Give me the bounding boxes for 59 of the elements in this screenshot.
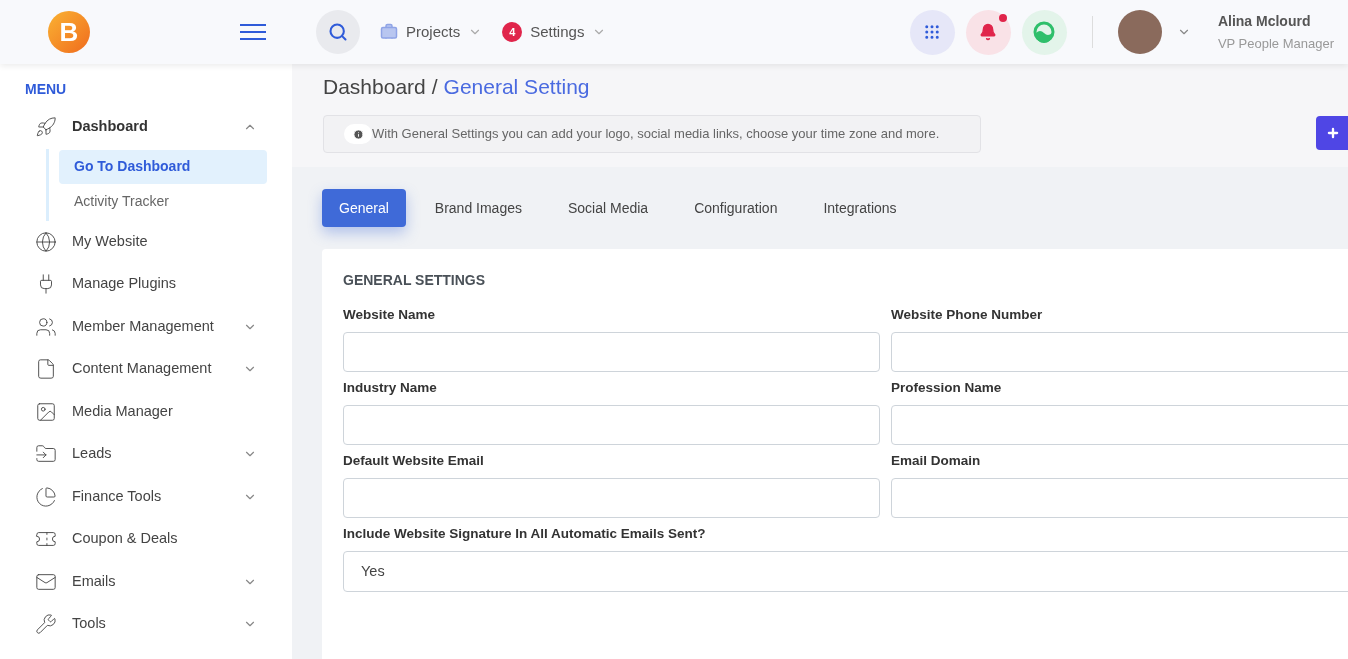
sidebar-item[interactable]: Content Management: [33, 348, 257, 391]
sidebar-item[interactable]: Emails: [33, 560, 257, 603]
user-role: VP People Manager: [1217, 34, 1334, 53]
info-text: With General Settings you can add your logo, social media links, choose your time zone and more.: [372, 125, 940, 144]
logo-letter: B: [48, 11, 90, 53]
menu-heading: MENU: [25, 80, 68, 99]
field-label: Website Phone Number: [891, 306, 1044, 324]
nav-menu[interactable]: 4 Settings: [502, 20, 607, 44]
input-field[interactable]: [343, 478, 880, 518]
sidebar-item[interactable]: My Website: [33, 220, 257, 263]
field-label: Default Website Email: [343, 452, 485, 470]
wave-circle-icon: [1033, 21, 1056, 43]
tab[interactable]: Brand Images: [417, 189, 539, 227]
submenu-item[interactable]: Go To Dashboard: [59, 149, 267, 184]
field-label: Industry Name: [343, 379, 438, 397]
input-field[interactable]: [891, 405, 1348, 445]
menu-icon[interactable]: [240, 24, 266, 40]
sidebar-item[interactable]: Finance Tools: [33, 475, 257, 518]
section-title: GENERAL SETTINGS: [343, 271, 487, 290]
field-label: Website Name: [343, 306, 437, 324]
sidebar-item[interactable]: Leads: [33, 433, 257, 476]
user-name: Alina Mclourd: [1217, 11, 1312, 31]
input-field[interactable]: [343, 332, 880, 372]
input-field[interactable]: [891, 332, 1348, 372]
tab[interactable]: Integrations: [806, 189, 914, 227]
grid-icon: [923, 23, 942, 41]
user-avatar[interactable]: [1117, 10, 1162, 54]
search-button[interactable]: [316, 10, 360, 54]
info-icon: [352, 128, 364, 140]
tools-icon: [33, 613, 59, 636]
briefcase-icon: [380, 23, 398, 41]
nav-menu[interactable]: Projects: [380, 20, 483, 44]
sidebar-item[interactable]: Media Manager: [33, 390, 257, 433]
add-button[interactable]: [1316, 116, 1348, 150]
breadcrumb-item[interactable]: Dashboard: [323, 71, 426, 103]
search-icon: [328, 22, 348, 42]
sidebar-item[interactable]: Manage Plugins: [33, 263, 257, 306]
pie-chart-icon: [33, 485, 59, 508]
input-field[interactable]: [343, 405, 880, 445]
tab[interactable]: Social Media: [551, 189, 666, 227]
breadcrumb-item: General Setting: [443, 74, 590, 101]
sidebar-item[interactable]: Member Management: [33, 305, 257, 348]
bell-icon: [979, 23, 998, 41]
field-label: Profession Name: [891, 379, 1003, 397]
plus-icon: [1326, 126, 1340, 140]
tab[interactable]: Configuration: [677, 189, 795, 227]
sidebar-item[interactable]: Tools: [33, 603, 257, 646]
count-badge: 4: [502, 22, 523, 42]
field-label: Email Domain: [891, 452, 982, 470]
select-field[interactable]: Yes: [343, 551, 1348, 592]
sidebar-item[interactable]: Dashboard: [33, 106, 257, 149]
field-label: Include Website Signature In All Automatic Emails Sent?: [343, 525, 707, 543]
breadcrumb-separator: /: [431, 74, 438, 101]
sidebar-item[interactable]: Coupon & Deals: [33, 518, 257, 561]
users-icon: [33, 315, 59, 338]
submenu-item[interactable]: Activity Tracker: [59, 184, 267, 219]
input-field[interactable]: [891, 478, 1348, 518]
globe-icon: [33, 230, 59, 253]
tab[interactable]: General: [322, 189, 406, 227]
